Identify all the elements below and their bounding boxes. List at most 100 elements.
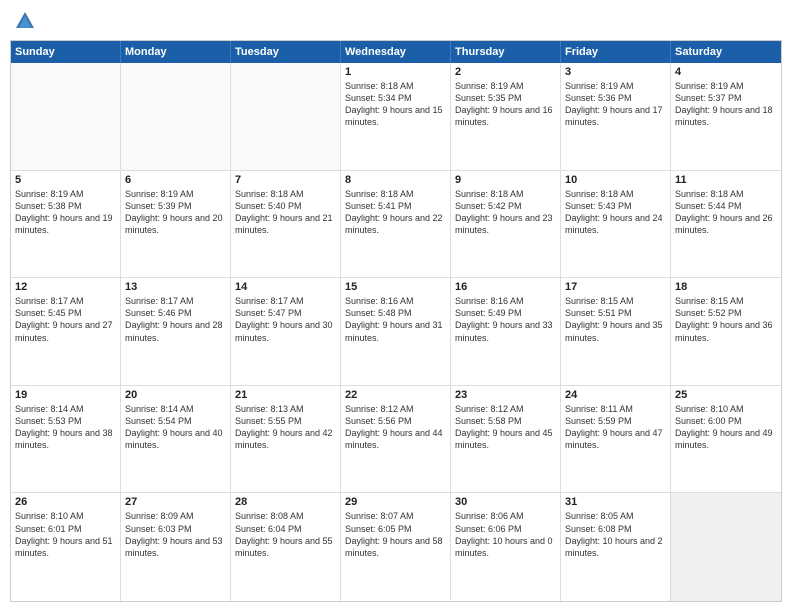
calendar-row: 12 Sunrise: 8:17 AM Sunset: 5:45 PM Dayli… xyxy=(11,278,781,386)
calendar-cell: 4Sunrise: 8:19 AM Sunset: 5:37 PM Daylig… xyxy=(671,63,781,170)
cell-info: Sunrise: 8:19 AM Sunset: 5:36 PM Dayligh… xyxy=(565,80,666,129)
day-number: 13 xyxy=(125,281,226,293)
day-number: 15 xyxy=(345,281,446,293)
calendar-cell: 19 Sunrise: 8:14 AM Sunset: 5:53 PM Dayli… xyxy=(11,386,121,493)
cell-info: Sunrise: 8:09 AM Sunset: 6:03 PM Dayligh… xyxy=(125,510,226,559)
calendar-cell: 18 Sunrise: 8:15 AM Sunset: 5:52 PM Dayli… xyxy=(671,278,781,385)
day-number: 12 xyxy=(15,281,116,293)
cell-info: Sunrise: 8:12 AM Sunset: 5:58 PM Dayligh… xyxy=(455,403,556,452)
cell-info: Sunrise: 8:19 AM Sunset: 5:39 PM Dayligh… xyxy=(125,188,226,237)
cell-info: Sunrise: 8:18 AM Sunset: 5:42 PM Dayligh… xyxy=(455,188,556,237)
calendar-cell: 11 Sunrise: 8:18 AM Sunset: 5:44 PM Dayli… xyxy=(671,171,781,278)
calendar-cell: 1 Sunrise: 8:18 AM Sunset: 5:34 PM Daylig… xyxy=(341,63,451,170)
calendar-cell: 15 Sunrise: 8:16 AM Sunset: 5:48 PM Dayli… xyxy=(341,278,451,385)
calendar-header-day: Wednesday xyxy=(341,41,451,63)
cell-info: Sunrise: 8:15 AM Sunset: 5:52 PM Dayligh… xyxy=(675,295,777,344)
cell-info: Sunrise: 8:06 AM Sunset: 6:06 PM Dayligh… xyxy=(455,510,556,559)
day-number: 30 xyxy=(455,496,556,508)
cell-info: Sunrise: 8:12 AM Sunset: 5:56 PM Dayligh… xyxy=(345,403,446,452)
cell-info: Sunrise: 8:19 AM Sunset: 5:35 PM Dayligh… xyxy=(455,80,556,129)
calendar-header-day: Friday xyxy=(561,41,671,63)
calendar-header: SundayMondayTuesdayWednesdayThursdayFrid… xyxy=(11,41,781,63)
day-number: 23 xyxy=(455,389,556,401)
calendar-cell: 13Sunrise: 8:17 AM Sunset: 5:46 PM Dayli… xyxy=(121,278,231,385)
calendar-cell: 5 Sunrise: 8:19 AM Sunset: 5:38 PM Daylig… xyxy=(11,171,121,278)
calendar-cell: 9Sunrise: 8:18 AM Sunset: 5:42 PM Daylig… xyxy=(451,171,561,278)
cell-info: Sunrise: 8:18 AM Sunset: 5:44 PM Dayligh… xyxy=(675,188,777,237)
day-number: 6 xyxy=(125,174,226,186)
calendar-cell xyxy=(121,63,231,170)
day-number: 24 xyxy=(565,389,666,401)
calendar-cell: 31 Sunrise: 8:05 AM Sunset: 6:08 PM Dayli… xyxy=(561,493,671,601)
calendar-row: 19 Sunrise: 8:14 AM Sunset: 5:53 PM Dayli… xyxy=(11,386,781,494)
calendar-header-day: Saturday xyxy=(671,41,781,63)
calendar-cell xyxy=(11,63,121,170)
calendar-cell: 17 Sunrise: 8:15 AM Sunset: 5:51 PM Dayli… xyxy=(561,278,671,385)
calendar-row: 1 Sunrise: 8:18 AM Sunset: 5:34 PM Daylig… xyxy=(11,63,781,171)
cell-info: Sunrise: 8:08 AM Sunset: 6:04 PM Dayligh… xyxy=(235,510,336,559)
day-number: 2 xyxy=(455,66,556,78)
day-number: 11 xyxy=(675,174,777,186)
day-number: 10 xyxy=(565,174,666,186)
cell-info: Sunrise: 8:14 AM Sunset: 5:53 PM Dayligh… xyxy=(15,403,116,452)
day-number: 26 xyxy=(15,496,116,508)
calendar-cell: 7 Sunrise: 8:18 AM Sunset: 5:40 PM Daylig… xyxy=(231,171,341,278)
cell-info: Sunrise: 8:18 AM Sunset: 5:40 PM Dayligh… xyxy=(235,188,336,237)
cell-info: Sunrise: 8:11 AM Sunset: 5:59 PM Dayligh… xyxy=(565,403,666,452)
cell-info: Sunrise: 8:18 AM Sunset: 5:41 PM Dayligh… xyxy=(345,188,446,237)
calendar-cell: 20 Sunrise: 8:14 AM Sunset: 5:54 PM Dayli… xyxy=(121,386,231,493)
calendar-cell: 14Sunrise: 8:17 AM Sunset: 5:47 PM Dayli… xyxy=(231,278,341,385)
calendar-cell: 6 Sunrise: 8:19 AM Sunset: 5:39 PM Daylig… xyxy=(121,171,231,278)
day-number: 20 xyxy=(125,389,226,401)
day-number: 19 xyxy=(15,389,116,401)
calendar-cell: 25 Sunrise: 8:10 AM Sunset: 6:00 PM Dayli… xyxy=(671,386,781,493)
calendar-row: 5 Sunrise: 8:19 AM Sunset: 5:38 PM Daylig… xyxy=(11,171,781,279)
cell-info: Sunrise: 8:10 AM Sunset: 6:00 PM Dayligh… xyxy=(675,403,777,452)
calendar-header-day: Thursday xyxy=(451,41,561,63)
calendar-cell xyxy=(231,63,341,170)
day-number: 5 xyxy=(15,174,116,186)
day-number: 16 xyxy=(455,281,556,293)
calendar-cell: 22 Sunrise: 8:12 AM Sunset: 5:56 PM Dayli… xyxy=(341,386,451,493)
calendar-row: 26Sunrise: 8:10 AM Sunset: 6:01 PM Dayli… xyxy=(11,493,781,601)
page: SundayMondayTuesdayWednesdayThursdayFrid… xyxy=(0,0,792,612)
day-number: 1 xyxy=(345,66,446,78)
day-number: 22 xyxy=(345,389,446,401)
cell-info: Sunrise: 8:07 AM Sunset: 6:05 PM Dayligh… xyxy=(345,510,446,559)
cell-info: Sunrise: 8:16 AM Sunset: 5:49 PM Dayligh… xyxy=(455,295,556,344)
day-number: 25 xyxy=(675,389,777,401)
calendar-header-day: Sunday xyxy=(11,41,121,63)
calendar-cell: 3 Sunrise: 8:19 AM Sunset: 5:36 PM Daylig… xyxy=(561,63,671,170)
calendar-cell: 16 Sunrise: 8:16 AM Sunset: 5:49 PM Dayli… xyxy=(451,278,561,385)
day-number: 18 xyxy=(675,281,777,293)
calendar-cell: 23 Sunrise: 8:12 AM Sunset: 5:58 PM Dayli… xyxy=(451,386,561,493)
calendar-cell xyxy=(671,493,781,601)
cell-info: Sunrise: 8:18 AM Sunset: 5:43 PM Dayligh… xyxy=(565,188,666,237)
cell-info: Sunrise: 8:17 AM Sunset: 5:45 PM Dayligh… xyxy=(15,295,116,344)
day-number: 4 xyxy=(675,66,777,78)
calendar-header-day: Tuesday xyxy=(231,41,341,63)
calendar-cell: 21Sunrise: 8:13 AM Sunset: 5:55 PM Dayli… xyxy=(231,386,341,493)
cell-info: Sunrise: 8:05 AM Sunset: 6:08 PM Dayligh… xyxy=(565,510,666,559)
calendar-cell: 8 Sunrise: 8:18 AM Sunset: 5:41 PM Daylig… xyxy=(341,171,451,278)
calendar-cell: 24 Sunrise: 8:11 AM Sunset: 5:59 PM Dayli… xyxy=(561,386,671,493)
day-number: 31 xyxy=(565,496,666,508)
calendar-cell: 10 Sunrise: 8:18 AM Sunset: 5:43 PM Dayli… xyxy=(561,171,671,278)
day-number: 21 xyxy=(235,389,336,401)
day-number: 14 xyxy=(235,281,336,293)
logo-icon xyxy=(14,10,36,32)
cell-info: Sunrise: 8:18 AM Sunset: 5:34 PM Dayligh… xyxy=(345,80,446,129)
day-number: 17 xyxy=(565,281,666,293)
cell-info: Sunrise: 8:14 AM Sunset: 5:54 PM Dayligh… xyxy=(125,403,226,452)
cell-info: Sunrise: 8:16 AM Sunset: 5:48 PM Dayligh… xyxy=(345,295,446,344)
day-number: 29 xyxy=(345,496,446,508)
logo xyxy=(14,10,40,32)
calendar-header-day: Monday xyxy=(121,41,231,63)
day-number: 7 xyxy=(235,174,336,186)
calendar-cell: 27Sunrise: 8:09 AM Sunset: 6:03 PM Dayli… xyxy=(121,493,231,601)
cell-info: Sunrise: 8:19 AM Sunset: 5:38 PM Dayligh… xyxy=(15,188,116,237)
day-number: 3 xyxy=(565,66,666,78)
day-number: 8 xyxy=(345,174,446,186)
header xyxy=(10,10,782,32)
cell-info: Sunrise: 8:15 AM Sunset: 5:51 PM Dayligh… xyxy=(565,295,666,344)
